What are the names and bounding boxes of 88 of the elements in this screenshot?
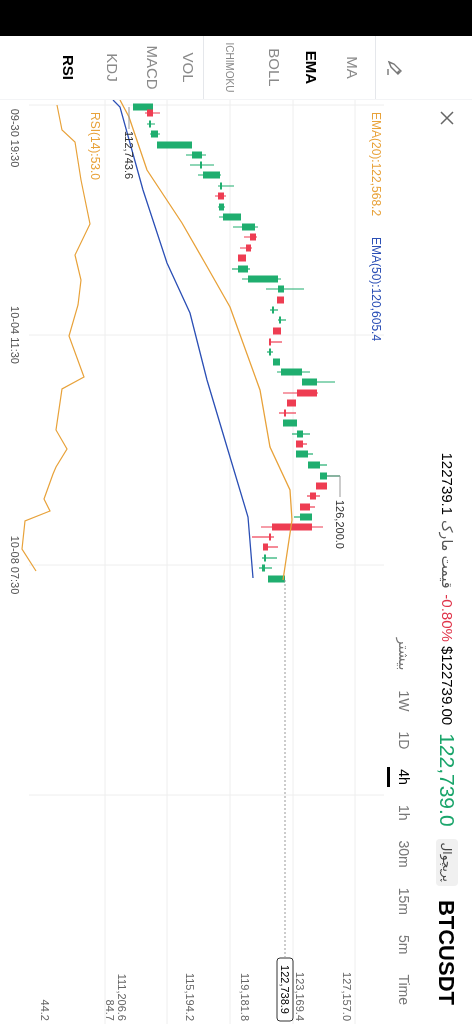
candle <box>282 389 319 397</box>
candle <box>276 368 311 376</box>
candle <box>282 419 298 427</box>
candle <box>278 409 297 417</box>
price-axis-label: 123,169.4 <box>294 972 306 1021</box>
indicator-tab[interactable]: MA <box>340 56 364 79</box>
price-axis-label: 115,194.2 <box>184 972 196 1021</box>
rsi-axis-label: 84.7 <box>104 999 116 1021</box>
candle <box>262 543 279 551</box>
timeframe-tab[interactable]: 1W <box>385 690 414 712</box>
rsi-legend: RSI(14):53.0 <box>88 112 102 181</box>
indicator-legend: EMA(50):120,605.4 <box>369 237 383 342</box>
usd-price: $122739.00 <box>438 645 458 726</box>
candle <box>272 327 282 335</box>
candle <box>295 450 314 458</box>
candle <box>217 203 226 211</box>
candle <box>266 348 274 356</box>
timeframe-tab[interactable]: 5m <box>385 934 414 955</box>
indicator-tab[interactable]: ICHIMOKU <box>222 42 237 93</box>
indicator-tab[interactable]: KDJ <box>100 53 124 82</box>
time-axis-label: 10-08 07:30 <box>9 535 21 595</box>
high-price-label: 126,200.0 <box>334 500 346 549</box>
candle <box>315 482 328 490</box>
candle <box>269 306 279 314</box>
candle <box>277 316 287 324</box>
timeframe-tab[interactable]: 4h <box>385 769 414 785</box>
time-axis-label: 09-30 19:30 <box>9 108 21 168</box>
timeframe-tab[interactable]: 1D <box>385 731 414 750</box>
low-price-label: 112,743.6 <box>123 131 135 180</box>
close-icon[interactable] <box>439 110 455 126</box>
price-axis-label: 127,157.0 <box>341 972 353 1021</box>
time-axis-label: 10-04 11:30 <box>9 306 21 364</box>
candle <box>291 430 311 438</box>
price-axis-label: 111,206.6 <box>116 973 128 1021</box>
candle <box>306 492 321 500</box>
indicator-tab[interactable]: RSI <box>56 55 80 80</box>
candle <box>260 523 324 531</box>
candle <box>185 151 207 159</box>
candle <box>214 192 227 200</box>
price-change: -0.80% <box>438 594 458 642</box>
contract-tag: پرپچوال <box>436 838 458 886</box>
timeframe-tab[interactable]: Time <box>385 974 414 1005</box>
leader-line <box>128 106 130 130</box>
candle <box>301 378 336 386</box>
candle <box>286 399 297 407</box>
candle <box>299 503 316 511</box>
indicator-tab[interactable]: MACD <box>140 45 164 90</box>
mark-price-label: قیمت مارک <box>437 520 457 589</box>
draw-tool-icon[interactable] <box>386 58 404 77</box>
indicator-tab[interactable]: VOL <box>176 52 200 83</box>
candle <box>268 338 283 346</box>
mark-price: 122739.1 <box>438 452 458 516</box>
indicator-tab[interactable]: BOLL <box>262 48 286 87</box>
candle <box>217 182 235 190</box>
candle <box>293 513 313 521</box>
candle <box>251 533 275 541</box>
current-price-badge: 122,738.9 <box>276 957 294 1022</box>
indicator-tab[interactable]: EMA <box>299 50 323 85</box>
candle <box>218 213 242 221</box>
candle <box>265 285 305 293</box>
candle <box>307 461 328 469</box>
rsi-axis-label: 44.2 <box>39 999 51 1021</box>
candle <box>243 233 258 241</box>
candle <box>258 564 273 572</box>
candle <box>156 141 193 149</box>
candle <box>276 296 285 304</box>
candle <box>197 171 222 179</box>
candle <box>261 554 278 562</box>
timeframe-tab[interactable]: بیشتر <box>385 637 414 671</box>
indicator-legend: EMA(20):122,568.2 <box>369 112 383 217</box>
candle <box>237 254 247 262</box>
candle <box>295 440 308 448</box>
candle <box>267 575 286 583</box>
timeframe-tab[interactable]: 30m <box>385 840 414 868</box>
symbol-title: BTCUSDT <box>433 899 461 1005</box>
candle <box>239 244 253 252</box>
candle <box>231 265 251 273</box>
leader-line <box>326 475 341 498</box>
candle <box>232 223 259 231</box>
timeframe-tab[interactable]: 1h <box>385 804 414 821</box>
candle <box>272 358 281 366</box>
last-price: 122,739.0 <box>434 733 460 827</box>
candle <box>146 120 156 128</box>
price-axis-label: 119,181.8 <box>239 972 251 1021</box>
candle <box>189 161 215 169</box>
candle <box>241 275 282 283</box>
candle <box>149 130 161 138</box>
timeframe-tab[interactable]: 15m <box>385 887 414 915</box>
